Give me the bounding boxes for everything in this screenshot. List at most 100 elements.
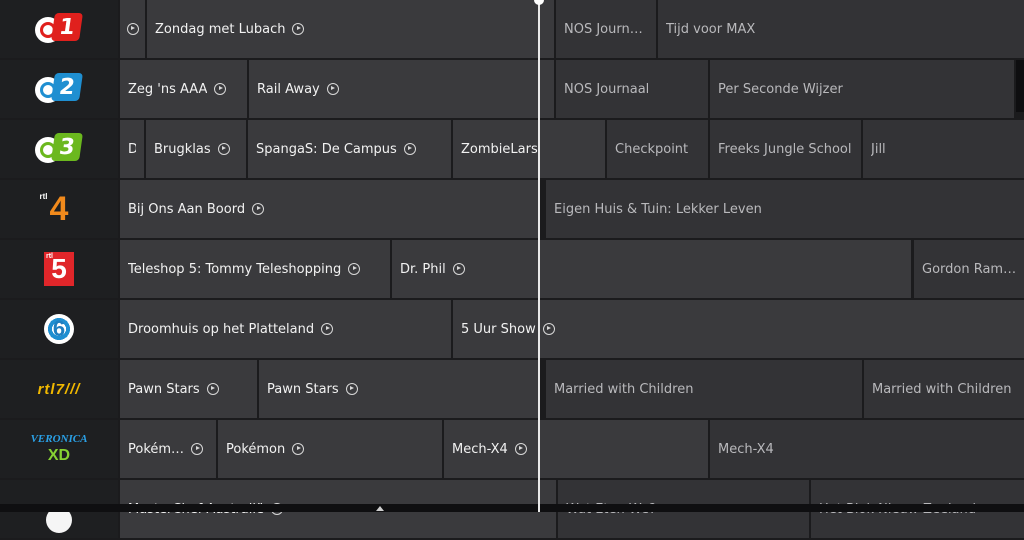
program-cell[interactable]: Married with Children: [864, 360, 1024, 418]
play-icon[interactable]: [514, 443, 527, 455]
rtl7-logo: rtl7///: [37, 380, 81, 398]
play-icon[interactable]: [126, 23, 139, 35]
program-title: Pawn Stars: [128, 381, 200, 397]
bottom-bar: [0, 504, 1024, 512]
play-icon[interactable]: [217, 143, 230, 155]
program-cell[interactable]: Teleshop 5: Tommy Teleshopping: [120, 240, 390, 298]
program-cell[interactable]: Bij Ons Aan Boord: [120, 180, 538, 238]
program-cell[interactable]: [120, 0, 145, 58]
program-cell[interactable]: Tijd voor MAX: [658, 0, 1024, 58]
program-cell[interactable]: Per Seconde Wijzer: [710, 60, 1014, 118]
play-icon[interactable]: [348, 263, 361, 275]
channel-logo-cell[interactable]: 1: [0, 0, 118, 58]
sbs6-logo: 6: [44, 314, 74, 344]
channel-row: 6 Droomhuis op het Platteland 5 Uur Show: [0, 300, 1024, 360]
program-cell[interactable]: Brugklas: [146, 120, 246, 178]
program-cell[interactable]: Married with Children: [546, 360, 862, 418]
play-icon[interactable]: [452, 263, 465, 275]
play-icon[interactable]: [214, 83, 227, 95]
npo-logo: 2: [35, 69, 83, 109]
channel-logo-cell[interactable]: 3: [0, 120, 118, 178]
channel-logo-cell[interactable]: rtl7///: [0, 360, 118, 418]
program-cell[interactable]: Checkpoint: [607, 120, 708, 178]
play-icon[interactable]: [403, 143, 416, 155]
program-cell[interactable]: NOS Journaal: [556, 60, 708, 118]
play-icon[interactable]: [321, 323, 334, 335]
program-title: Mech-X4: [452, 441, 508, 457]
program-cell[interactable]: SpangaS: De Campus: [248, 120, 451, 178]
play-icon[interactable]: [292, 443, 305, 455]
program-title: Droomhuis op het Platteland: [128, 321, 315, 337]
veronica-logo: VERONICA XD: [31, 433, 88, 465]
program-cell[interactable]: Zeg 'ns AAA: [120, 60, 247, 118]
program-title: Zondag met Lubach: [155, 21, 286, 37]
program-title: NOS Journ…: [564, 21, 643, 37]
program-title: 5 Uur Show: [461, 321, 536, 337]
program-title: SpangaS: De Campus: [256, 141, 397, 157]
program-title: Teleshop 5: Tommy Teleshopping: [128, 261, 342, 277]
play-icon[interactable]: [326, 83, 339, 95]
program-cell[interactable]: NOS Journ…: [556, 0, 656, 58]
channel-logo-cell[interactable]: 2: [0, 60, 118, 118]
program-title: Eigen Huis & Tuin: Lekker Leven: [554, 201, 762, 217]
program-cell[interactable]: Droomhuis op het Platteland: [120, 300, 451, 358]
program-cell[interactable]: Rail Away: [249, 60, 554, 118]
channel-row: rtl 4 Bij Ons Aan Boord Eigen Huis & Tuin: …: [0, 180, 1024, 240]
program-title: D: [128, 141, 136, 157]
program-title: Rail Away: [257, 81, 320, 97]
channel-row: 3 D Brugklas SpangaS: De Campus ZombieLars Ch…: [0, 120, 1024, 180]
program-cell[interactable]: Mech-X4: [444, 420, 708, 478]
rtl4-logo: rtl 4: [40, 189, 69, 229]
program-cell[interactable]: Dr. Phil: [392, 240, 911, 298]
program-title: Dr. Phil: [400, 261, 446, 277]
play-icon[interactable]: [191, 443, 204, 455]
program-title: Mech-X4: [718, 441, 774, 457]
program-cell[interactable]: Gordon Ram…: [914, 240, 1024, 298]
program-cell[interactable]: Pokémon: [218, 420, 442, 478]
channel-row: 2 Zeg 'ns AAA Rail Away NOS Journaal Per Sec…: [0, 60, 1024, 120]
program-cell[interactable]: D: [120, 120, 144, 178]
play-icon[interactable]: [292, 23, 305, 35]
channel-number: 3: [51, 133, 83, 161]
npo-logo: 1: [35, 9, 83, 49]
program-title: Gordon Ram…: [922, 261, 1016, 277]
program-cell[interactable]: Pawn Stars: [120, 360, 257, 418]
program-title: Pokémon: [226, 441, 286, 457]
channel-logo-cell[interactable]: VERONICA XD: [0, 420, 118, 478]
channel-row: rtl 5 Teleshop 5: Tommy Teleshopping Dr. Ph…: [0, 240, 1024, 300]
program-cell[interactable]: ZombieLars: [453, 120, 605, 178]
program-title: Pawn Stars: [267, 381, 339, 397]
scroll-edge: [1016, 60, 1024, 112]
program-cell[interactable]: Jill: [863, 120, 1024, 178]
program-cell[interactable]: Eigen Huis & Tuin: Lekker Leven: [546, 180, 1024, 238]
program-cell[interactable]: Mech-X4: [710, 420, 1024, 478]
logo-line2: XD: [47, 447, 71, 464]
caret-up-icon[interactable]: [376, 506, 384, 511]
play-icon[interactable]: [252, 203, 265, 215]
tv-guide: 1 Zondag met Lubach NOS Journ… Tijd voor MA…: [0, 0, 1024, 538]
program-cell[interactable]: Zondag met Lubach: [147, 0, 554, 58]
play-icon[interactable]: [206, 383, 219, 395]
program-title: Married with Children: [872, 381, 1012, 397]
channel-number: 5: [51, 253, 67, 284]
program-cell[interactable]: Pokém…: [120, 420, 216, 478]
program-title: Tijd voor MAX: [666, 21, 756, 37]
channel-logo-cell[interactable]: rtl 5: [0, 240, 118, 298]
channel-logo-cell[interactable]: 6: [0, 300, 118, 358]
channel-row: VERONICA XD Pokém… Pokémon Mech-X4 Mech-X4: [0, 420, 1024, 480]
program-title: ZombieLars: [461, 141, 538, 157]
program-title: Brugklas: [154, 141, 211, 157]
program-title: Checkpoint: [615, 141, 689, 157]
play-icon[interactable]: [345, 383, 358, 395]
program-title: Jill: [871, 141, 886, 157]
program-title: Bij Ons Aan Boord: [128, 201, 246, 217]
program-title: Zeg 'ns AAA: [128, 81, 208, 97]
play-icon[interactable]: [542, 323, 555, 335]
channel-row: rtl7/// Pawn Stars Pawn Stars Married with …: [0, 360, 1024, 420]
logo-line1: VERONICA: [30, 433, 88, 445]
program-cell[interactable]: Pawn Stars: [259, 360, 538, 418]
logo-brand: rtl: [39, 191, 48, 201]
channel-number: 4: [49, 189, 69, 228]
program-cell[interactable]: Freeks Jungle School: [710, 120, 861, 178]
channel-logo-cell[interactable]: rtl 4: [0, 180, 118, 238]
